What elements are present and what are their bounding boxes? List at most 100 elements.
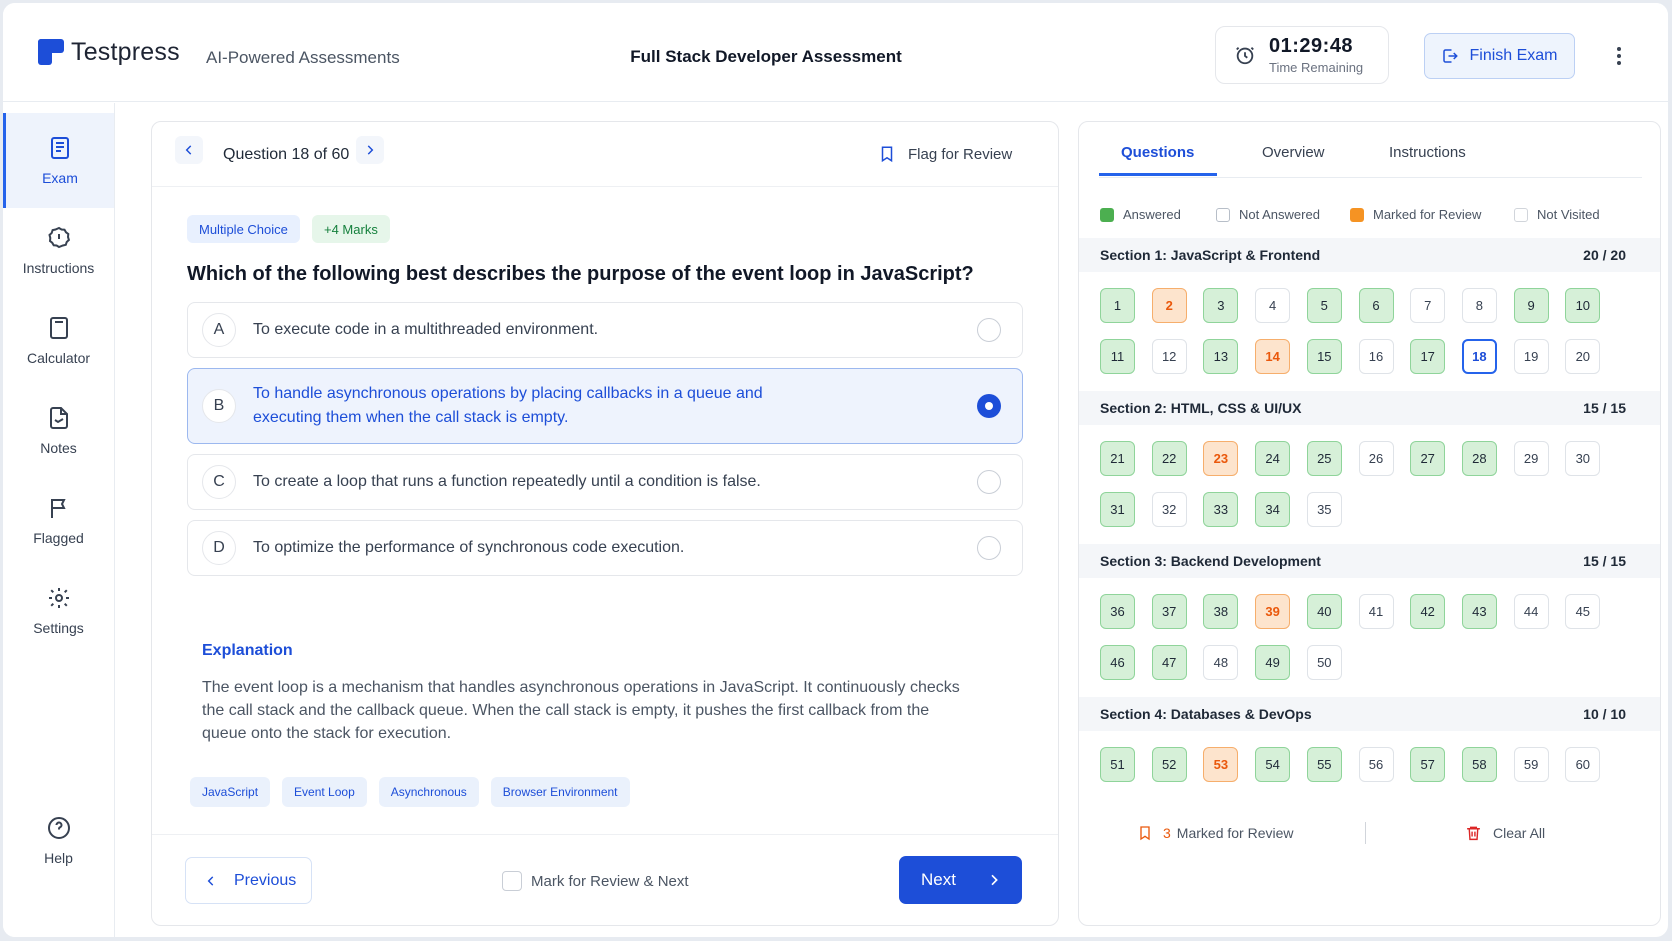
question-number-button[interactable]: 26 <box>1358 441 1394 476</box>
question-number-button[interactable]: 40 <box>1306 594 1342 629</box>
question-number-button[interactable]: 27 <box>1410 441 1446 476</box>
question-number-button[interactable]: 25 <box>1306 441 1342 476</box>
sidebar: Exam Instructions Calculator Notes Flagg… <box>3 103 115 937</box>
topic-tag[interactable]: Browser Environment <box>490 777 630 807</box>
question-number-button[interactable]: 19 <box>1513 339 1549 374</box>
question-number-button[interactable]: 8 <box>1461 288 1497 323</box>
option-b[interactable]: B To handle asynchronous operations by p… <box>187 368 1023 444</box>
question-number-button[interactable]: 48 <box>1203 645 1239 680</box>
clock-icon <box>1236 47 1254 65</box>
next-button[interactable]: Next <box>899 856 1022 904</box>
option-letter: B <box>202 389 236 423</box>
question-number-button[interactable]: 22 <box>1151 441 1187 476</box>
question-number-button[interactable]: 39 <box>1255 594 1291 629</box>
question-number-button[interactable]: 24 <box>1255 441 1291 476</box>
option-radio[interactable] <box>977 318 1001 342</box>
sidebar-item-instructions[interactable]: Instructions <box>3 203 114 298</box>
sidebar-item-help[interactable]: Help <box>3 793 114 888</box>
option-a[interactable]: A To execute code in a multithreaded env… <box>187 302 1023 358</box>
tab-questions[interactable]: Questions <box>1121 144 1194 161</box>
topic-tag[interactable]: Asynchronous <box>378 777 479 807</box>
mark-review-checkbox[interactable] <box>502 871 522 891</box>
question-number-button[interactable]: 30 <box>1565 441 1601 476</box>
prev-question-arrow[interactable] <box>175 136 203 164</box>
question-number-button[interactable]: 60 <box>1565 747 1601 782</box>
sidebar-item-exam[interactable]: Exam <box>3 113 114 208</box>
question-number-button[interactable]: 5 <box>1306 288 1342 323</box>
question-number-button[interactable]: 17 <box>1410 339 1446 374</box>
question-number-button[interactable]: 15 <box>1306 339 1342 374</box>
option-c[interactable]: C To create a loop that runs a function … <box>187 454 1023 510</box>
option-radio[interactable] <box>977 470 1001 494</box>
question-number-button[interactable]: 53 <box>1203 747 1239 782</box>
question-number-button[interactable]: 42 <box>1410 594 1446 629</box>
topic-tag[interactable]: JavaScript <box>190 777 271 807</box>
option-radio[interactable] <box>977 536 1001 560</box>
clear-all-button[interactable]: Clear All <box>1465 824 1545 842</box>
question-number-button[interactable]: 11 <box>1100 339 1135 374</box>
question-number-button[interactable]: 44 <box>1513 594 1549 629</box>
question-number-button[interactable]: 58 <box>1461 747 1497 782</box>
question-number-button[interactable]: 47 <box>1151 645 1187 680</box>
question-number-button[interactable]: 23 <box>1203 441 1239 476</box>
next-label: Next <box>921 870 956 889</box>
option-radio-selected[interactable] <box>977 394 1001 418</box>
question-number-button[interactable]: 43 <box>1461 594 1497 629</box>
question-number-button[interactable]: 51 <box>1100 747 1135 782</box>
finish-exam-button[interactable]: Finish Exam <box>1424 33 1575 79</box>
question-number-button[interactable]: 3 <box>1203 288 1239 323</box>
question-number-button[interactable]: 59 <box>1513 747 1549 782</box>
notes-icon <box>49 406 68 429</box>
question-number-button[interactable]: 4 <box>1255 288 1291 323</box>
more-menu-icon[interactable] <box>1609 41 1629 71</box>
option-d[interactable]: D To optimize the performance of synchro… <box>187 520 1023 576</box>
question-number-button[interactable]: 6 <box>1358 288 1394 323</box>
question-number-button[interactable]: 52 <box>1151 747 1187 782</box>
question-number-button[interactable]: 29 <box>1513 441 1549 476</box>
sidebar-item-calculator[interactable]: Calculator <box>3 293 114 388</box>
question-number-button[interactable]: 18 <box>1461 339 1497 374</box>
previous-button[interactable]: Previous <box>185 857 312 904</box>
question-number-button[interactable]: 33 <box>1203 492 1239 527</box>
sidebar-item-flagged[interactable]: Flagged <box>3 473 114 568</box>
mark-review-next-toggle[interactable]: Mark for Review & Next <box>502 871 689 891</box>
tab-overview[interactable]: Overview <box>1262 144 1325 161</box>
question-number-button[interactable]: 12 <box>1151 339 1187 374</box>
panel-tabs: Questions Overview Instructions <box>1099 122 1642 178</box>
question-number-button[interactable]: 28 <box>1461 441 1497 476</box>
question-number-button[interactable]: 41 <box>1358 594 1394 629</box>
question-number-button[interactable]: 2 <box>1151 288 1187 323</box>
question-number-button[interactable]: 36 <box>1100 594 1135 629</box>
topic-tag[interactable]: Event Loop <box>282 777 367 807</box>
tab-instructions[interactable]: Instructions <box>1389 144 1466 161</box>
question-number-button[interactable]: 32 <box>1151 492 1187 527</box>
question-number-button[interactable]: 1 <box>1100 288 1135 323</box>
question-number-button[interactable]: 37 <box>1151 594 1187 629</box>
question-number-button[interactable]: 21 <box>1100 441 1135 476</box>
question-type-tag: Multiple Choice <box>187 215 300 243</box>
question-number-button[interactable]: 54 <box>1255 747 1291 782</box>
question-number-button[interactable]: 31 <box>1100 492 1135 527</box>
next-question-arrow[interactable] <box>356 136 384 164</box>
sidebar-item-settings[interactable]: Settings <box>3 563 114 658</box>
question-number-button[interactable]: 10 <box>1565 288 1601 323</box>
question-number-button[interactable]: 16 <box>1358 339 1394 374</box>
question-number-button[interactable]: 9 <box>1513 288 1549 323</box>
question-number-button[interactable]: 45 <box>1565 594 1601 629</box>
question-number-button[interactable]: 49 <box>1255 645 1291 680</box>
question-number-button[interactable]: 56 <box>1358 747 1394 782</box>
sidebar-item-notes[interactable]: Notes <box>3 383 114 478</box>
question-number-button[interactable]: 7 <box>1410 288 1446 323</box>
question-number-button[interactable]: 46 <box>1100 645 1135 680</box>
question-number-button[interactable]: 13 <box>1203 339 1239 374</box>
question-number-button[interactable]: 20 <box>1565 339 1601 374</box>
question-number-button[interactable]: 14 <box>1255 339 1291 374</box>
question-number-button[interactable]: 57 <box>1410 747 1446 782</box>
question-number-button[interactable]: 35 <box>1306 492 1342 527</box>
info-icon <box>47 226 70 248</box>
question-number-button[interactable]: 55 <box>1306 747 1342 782</box>
flag-for-review-button[interactable]: Flag for Review <box>878 144 1012 164</box>
question-number-button[interactable]: 38 <box>1203 594 1239 629</box>
question-number-button[interactable]: 34 <box>1255 492 1291 527</box>
question-number-button[interactable]: 50 <box>1306 645 1342 680</box>
